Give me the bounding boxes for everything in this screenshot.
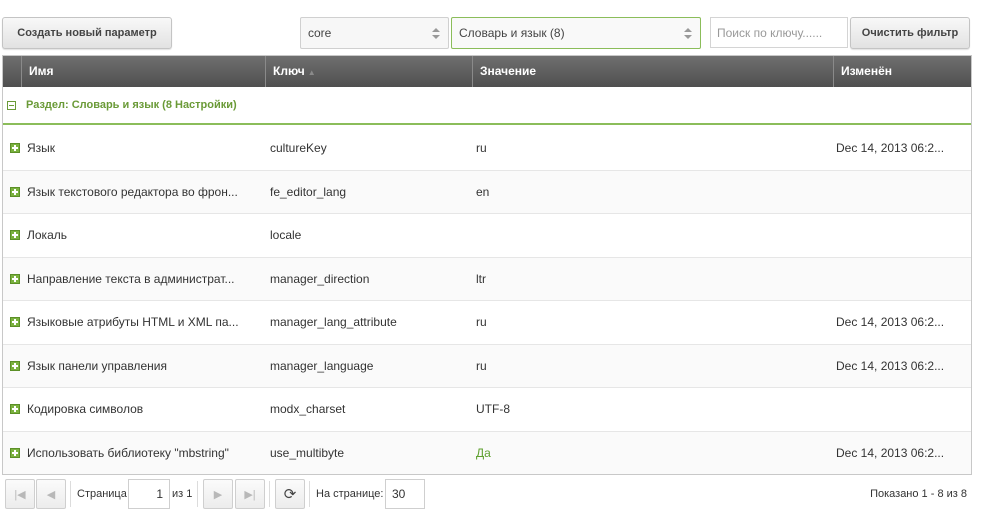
page-label: Страница: [77, 488, 127, 500]
table-row[interactable]: Кодировка символов modx_charset UTF-8: [3, 388, 971, 432]
row-key: cultureKey: [270, 141, 327, 156]
row-value[interactable]: [476, 214, 831, 257]
per-page-value: 30: [392, 487, 406, 501]
prev-page-button[interactable]: ◀: [36, 479, 66, 509]
row-edited: [836, 258, 968, 301]
expand-row-icon[interactable]: [10, 230, 20, 240]
table-row[interactable]: Использовать библиотеку "mbstring" use_m…: [3, 431, 971, 475]
row-edited: [836, 171, 968, 214]
sort-asc-icon: ▲: [307, 68, 316, 77]
row-name: Язык панели управления: [27, 358, 167, 373]
row-key: fe_editor_lang: [270, 184, 347, 199]
expand-row-icon[interactable]: [10, 143, 20, 153]
row-key: modx_charset: [270, 402, 346, 417]
row-value[interactable]: ltr: [476, 258, 831, 301]
row-name: Язык: [27, 141, 56, 156]
expand-row-icon[interactable]: [10, 404, 20, 414]
row-key: manager_lang_attribute: [270, 315, 397, 330]
select-arrows-icon: [432, 27, 440, 41]
display-info: Показано 1 - 8 из 8: [870, 488, 967, 500]
row-key: manager_language: [270, 358, 374, 373]
row-name: Использовать библиотеку "mbstring": [27, 445, 229, 460]
pager-separator: [197, 481, 198, 507]
pager-separator: [70, 481, 71, 507]
page-number-input[interactable]: 1: [128, 479, 170, 509]
row-edited: [836, 214, 968, 257]
row-value[interactable]: ru: [476, 345, 831, 388]
expand-row-icon[interactable]: [10, 360, 20, 371]
expand-row-icon[interactable]: [10, 447, 20, 458]
column-header-value[interactable]: Значение: [472, 56, 834, 87]
row-edited: Dec 14, 2013 06:2...: [836, 315, 945, 330]
row-key: manager_direction: [270, 271, 370, 286]
table-row[interactable]: Язык текстового редактора во фрон... fe_…: [3, 170, 971, 214]
area-select-value: Словарь и язык (8): [459, 26, 565, 40]
row-name: Языковые атрибуты HTML и XML па...: [27, 315, 239, 330]
row-value[interactable]: ru: [476, 301, 831, 344]
pagination-toolbar: |◀ ◀ Страница 1 из 1 ▶ ▶| ⟳ На странице:…: [0, 476, 982, 516]
first-page-icon: |◀: [14, 488, 26, 501]
column-header-key-label: Ключ: [273, 64, 305, 78]
row-value[interactable]: ru: [476, 127, 831, 170]
namespace-select[interactable]: core: [300, 17, 449, 49]
refresh-button[interactable]: ⟳: [275, 479, 305, 509]
select-arrows-icon: [684, 27, 692, 41]
row-value[interactable]: UTF-8: [476, 388, 831, 431]
prev-page-icon: ◀: [46, 488, 56, 501]
row-name: Кодировка символов: [27, 402, 144, 417]
table-row[interactable]: Язык панели управления manager_language …: [3, 344, 971, 388]
table-row[interactable]: Языковые атрибуты HTML и XML па... manag…: [3, 301, 971, 345]
expand-row-icon[interactable]: [10, 186, 20, 197]
group-label: Раздел: Словарь и язык (8 Настройки): [26, 99, 237, 111]
next-page-icon: ▶: [213, 488, 223, 501]
create-setting-button[interactable]: Создать новый параметр: [2, 17, 172, 49]
first-page-button[interactable]: |◀: [5, 479, 35, 509]
last-page-icon: ▶|: [244, 488, 256, 501]
expand-row-icon[interactable]: [10, 273, 20, 284]
table-row[interactable]: Язык cultureKey ru Dec 14, 2013 06:2...: [3, 127, 971, 171]
table-row[interactable]: Локаль locale: [3, 214, 971, 258]
pager-separator: [309, 481, 310, 507]
column-header-edited[interactable]: Изменён: [833, 56, 971, 87]
column-header-key[interactable]: Ключ ▲: [265, 56, 473, 87]
search-by-key-input[interactable]: [710, 17, 848, 48]
row-edited: Dec 14, 2013 06:2...: [836, 358, 945, 373]
table-row[interactable]: Направление текста в администрат... mana…: [3, 257, 971, 301]
per-page-label: На странице:: [316, 488, 384, 500]
row-name: Локаль: [27, 228, 67, 243]
per-page-input[interactable]: 30: [385, 479, 425, 509]
row-name: Язык текстового редактора во фрон...: [27, 184, 238, 199]
collapse-icon[interactable]: [7, 100, 16, 110]
grid-header: Имя Ключ ▲ Значение Изменён: [3, 56, 971, 87]
row-value[interactable]: en: [476, 171, 831, 214]
namespace-select-value: core: [308, 26, 332, 40]
pager-separator: [269, 481, 270, 507]
page-number-value: 1: [156, 487, 163, 501]
row-key: locale: [270, 228, 302, 243]
column-header-value-label: Значение: [480, 64, 537, 78]
column-header-name[interactable]: Имя: [21, 56, 269, 87]
row-edited: Dec 14, 2013 06:2...: [836, 445, 945, 460]
page-count-label: из 1: [172, 488, 193, 500]
row-edited: Dec 14, 2013 06:2...: [836, 141, 945, 156]
row-name: Направление текста в администрат...: [27, 271, 235, 286]
next-page-button[interactable]: ▶: [203, 479, 233, 509]
row-edited: [836, 388, 968, 431]
row-key: use_multibyte: [270, 445, 345, 460]
group-header-row[interactable]: Раздел: Словарь и язык (8 Настройки): [3, 87, 971, 125]
clear-filter-button[interactable]: Очистить фильтр: [850, 17, 970, 49]
area-select[interactable]: Словарь и язык (8): [451, 17, 701, 49]
last-page-button[interactable]: ▶|: [235, 479, 265, 509]
expand-row-icon[interactable]: [10, 317, 20, 327]
settings-grid: Имя Ключ ▲ Значение Изменён Раздел: Слова…: [2, 55, 972, 475]
row-value[interactable]: Да: [476, 432, 831, 475]
column-header-name-label: Имя: [29, 64, 54, 78]
column-header-edited-label: Изменён: [841, 64, 893, 78]
refresh-icon: ⟳: [283, 486, 297, 503]
